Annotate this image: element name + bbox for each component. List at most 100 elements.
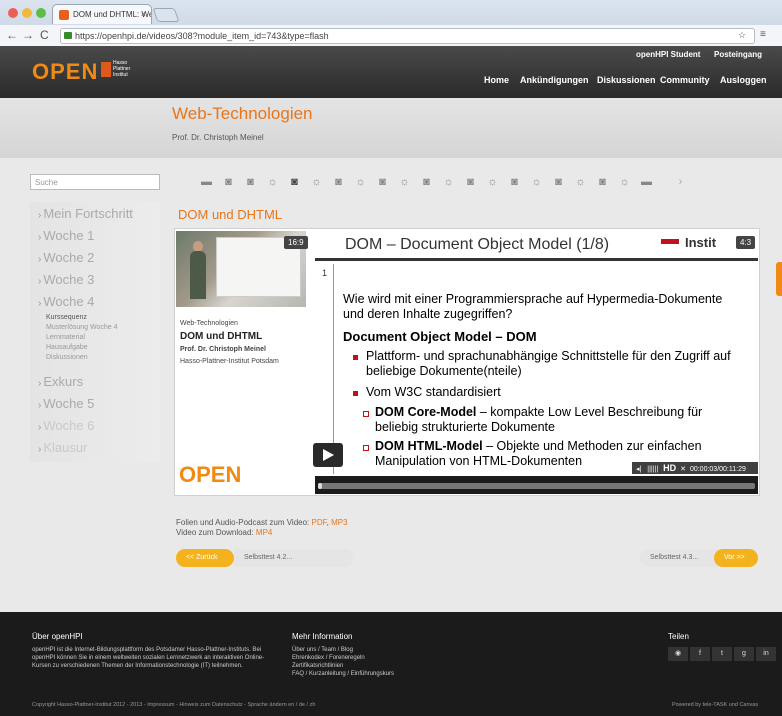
search-input[interactable]: Suche — [30, 174, 160, 190]
maximize-window-button[interactable] — [36, 8, 46, 18]
forward-button[interactable]: Vor >> — [714, 549, 758, 567]
powered-by-text: Powered by tele-TASK und Canvas — [672, 702, 759, 708]
meta-professor: Prof. Dr. Christoph Meinel — [180, 346, 266, 353]
back-icon[interactable]: ← — [6, 27, 18, 43]
bullet-icon — [353, 355, 358, 360]
quiz-item-icon[interactable]: ◙ — [222, 176, 235, 189]
quiz-item-icon[interactable]: ◙ — [508, 176, 521, 189]
sidebar-item-progress[interactable]: › Mein Fortschritt — [38, 206, 133, 221]
feedback-tab[interactable] — [776, 262, 782, 296]
play-button[interactable] — [313, 443, 343, 467]
quiz-item-icon[interactable]: ◙ — [288, 176, 301, 189]
sidebar-item-week5[interactable]: › Woche 5 — [38, 396, 94, 411]
url-text: https://openhpi.de/videos/308?module_ite… — [75, 31, 329, 41]
quiz-item-icon[interactable]: ◙ — [376, 176, 389, 189]
pdf-link[interactable]: PDF — [312, 518, 327, 527]
browser-tab[interactable]: DOM und DHTML: Web-T… × — [52, 4, 152, 24]
quality-bars-icon[interactable]: |||||| — [647, 466, 658, 473]
twitter-icon[interactable]: t — [712, 647, 732, 661]
volume-icon[interactable]: ◂| — [636, 466, 641, 473]
slide-heading: Document Object Model – DOM — [343, 329, 537, 344]
minimize-window-button[interactable] — [22, 8, 32, 18]
close-window-button[interactable] — [8, 8, 18, 18]
slide-ratio-toggle[interactable]: 4:3 — [736, 236, 756, 249]
quiz-item-icon[interactable]: ◙ — [464, 176, 477, 189]
address-bar[interactable]: https://openhpi.de/videos/308?module_ite… — [60, 28, 755, 44]
sidebar-subitem-solution[interactable]: Musterlösung Woche 4 — [46, 324, 117, 331]
copyright-text[interactable]: Copyright Hasso-Plattner-Institut 2012 -… — [32, 702, 315, 708]
institute-logo-text: Instit — [685, 235, 717, 250]
sidebar-subitem-material[interactable]: Lernmaterial — [46, 334, 85, 341]
sidebar-subitem-homework[interactable]: Hausaufgabe — [46, 344, 88, 351]
forward-icon[interactable]: → — [22, 27, 34, 43]
play-icon — [323, 449, 334, 461]
pinterest-icon[interactable]: ◉ — [668, 647, 688, 661]
quiz-item-icon[interactable]: ◙ — [596, 176, 609, 189]
nav-community[interactable]: Community — [660, 75, 710, 85]
sidebar-item-label: Woche 5 — [43, 396, 95, 411]
hd-toggle[interactable]: HD — [663, 463, 676, 473]
seek-bar[interactable] — [318, 483, 755, 489]
course-professor: Prof. Dr. Christoph Meinel — [172, 133, 264, 142]
lightbulb-item-icon[interactable]: ☼ — [486, 176, 499, 189]
slide-bullet-1: Plattform- und sprachunabhängige Schnitt… — [366, 349, 731, 378]
lightbulb-item-icon[interactable]: ☼ — [442, 176, 455, 189]
lightbulb-item-icon[interactable]: ☼ — [354, 176, 367, 189]
nav-discussions[interactable]: Diskussionen — [597, 75, 656, 85]
footer-link[interactable]: Zertifikatsrichtlinien — [292, 662, 394, 670]
sidebar-item-week2[interactable]: › Woche 2 — [38, 250, 94, 265]
sidebar-item-week1[interactable]: › Woche 1 — [38, 228, 94, 243]
reload-icon[interactable]: C — [40, 27, 49, 43]
new-tab-button[interactable] — [152, 8, 180, 22]
document-item-icon[interactable]: ▬ — [640, 176, 653, 189]
footer-link[interactable]: FAQ / Kurzanleitung / Einführungskurs — [292, 670, 394, 678]
lock-icon — [64, 32, 72, 39]
aspect-ratio-toggle[interactable]: 16:9 — [284, 236, 308, 249]
nav-home[interactable]: Home — [484, 75, 509, 85]
google-plus-icon[interactable]: g — [734, 647, 754, 661]
footer-link[interactable]: Über uns / Team / Blog — [292, 646, 394, 654]
lightbulb-item-icon[interactable]: ☼ — [530, 176, 543, 189]
sidebar-item-label: Woche 6 — [43, 418, 95, 433]
nav-logout[interactable]: Ausloggen — [720, 75, 767, 85]
lightbulb-item-icon[interactable]: ☼ — [398, 176, 411, 189]
subbullet-2-term: DOM HTML-Model — [375, 439, 483, 453]
sidebar-item-exam[interactable]: › Klausur — [38, 440, 87, 455]
seek-progress — [318, 483, 323, 489]
close-tab-icon[interactable]: × — [141, 9, 146, 19]
back-button[interactable]: << Zurück — [176, 549, 234, 567]
lightbulb-item-icon[interactable]: ☼ — [574, 176, 587, 189]
sidebar-item-week4[interactable]: › Woche 4 — [38, 294, 94, 309]
next-item-link[interactable]: Selbsttest 4.3... — [640, 549, 718, 567]
sidebar-subitem-discussions[interactable]: Diskussionen — [46, 354, 88, 361]
mp4-link[interactable]: MP4 — [256, 528, 272, 537]
sidebar-subitem-sequence[interactable]: Kurssequenz — [46, 314, 87, 321]
linkedin-icon[interactable]: in — [756, 647, 776, 661]
quiz-item-icon[interactable]: ◙ — [244, 176, 257, 189]
nav-announcements[interactable]: Ankündigungen — [520, 75, 589, 85]
sidebar-item-week6[interactable]: › Woche 6 — [38, 418, 94, 433]
sidebar-item-exkurs[interactable]: › Exkurs — [38, 374, 83, 389]
lightbulb-item-icon[interactable]: ☼ — [310, 176, 323, 189]
quiz-item-icon[interactable]: ◙ — [552, 176, 565, 189]
fullscreen-icon[interactable]: ✕ — [680, 466, 686, 473]
quiz-item-icon[interactable]: ◙ — [332, 176, 345, 189]
lightbulb-item-icon[interactable]: ☼ — [618, 176, 631, 189]
mp3-link[interactable]: MP3 — [331, 518, 347, 527]
video-item-icon[interactable]: ▬ — [200, 176, 213, 189]
institute-logo: Instit — [661, 235, 741, 255]
bookmark-star-icon[interactable]: ☆ — [738, 27, 746, 43]
course-title[interactable]: Web-Technologien — [172, 104, 313, 124]
user-name-link[interactable]: openHPI Student — [636, 50, 700, 59]
sidebar-item-week3[interactable]: › Woche 3 — [38, 272, 94, 287]
wrench-icon[interactable]: ≡ — [760, 27, 766, 43]
prev-item-link[interactable]: Selbsttest 4.2... — [234, 549, 354, 567]
openhpi-logo[interactable]: OPEN — [32, 59, 98, 85]
inbox-link[interactable]: Posteingang — [714, 50, 762, 59]
sidebar-item-label: Mein Fortschritt — [43, 206, 133, 221]
footer-link[interactable]: Ehrenkodex / Foreneregeln — [292, 654, 394, 662]
facebook-icon[interactable]: f — [690, 647, 710, 661]
quiz-item-icon[interactable]: ◙ — [420, 176, 433, 189]
chevron-right-icon[interactable]: › — [674, 176, 687, 189]
lightbulb-item-icon[interactable]: ☼ — [266, 176, 279, 189]
